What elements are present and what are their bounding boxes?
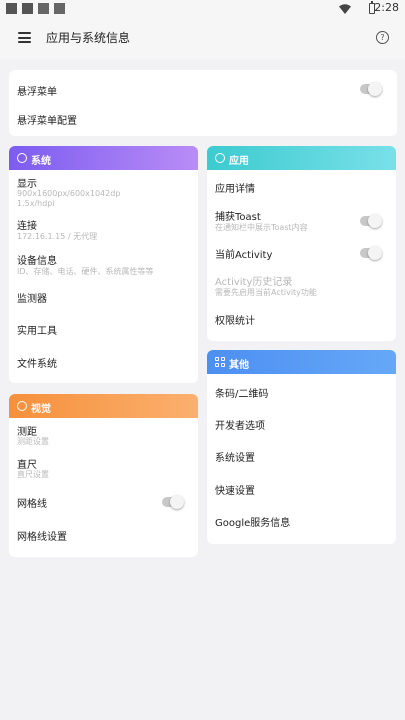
ranging-label: 测距 <box>17 427 37 438</box>
status-bar: 2:28 <box>0 0 405 17</box>
visual-card-title: 视觉 <box>31 404 51 415</box>
connection-row[interactable]: 连接 172.16.1.15 / 无代理 <box>9 212 198 244</box>
system-settings-row[interactable]: 系统设置 <box>207 439 396 471</box>
app-card-header: 应用 <box>207 146 396 170</box>
activity-history-label: Activity历史记录 <box>215 277 293 288</box>
quick-settings-label: 快速设置 <box>215 486 255 497</box>
visual-card-header: 视觉 <box>9 394 198 418</box>
other-card-title: 其他 <box>229 360 249 371</box>
image-icon <box>38 3 49 14</box>
grid-lines-label: 网格线 <box>17 499 47 510</box>
barcode-row[interactable]: 条码/二维码 <box>207 374 396 406</box>
system-card: 系统 显示 900x1600px/600x1042dp 1.5x/hdpi 连接… <box>9 146 198 383</box>
grid-lines-settings-label: 网格线设置 <box>17 532 67 543</box>
connection-label: 连接 <box>17 221 37 232</box>
page-title: 应用与系统信息 <box>46 31 131 45</box>
ranging-row[interactable]: 测距 测距设置 <box>9 418 198 448</box>
current-activity-toggle[interactable] <box>360 246 382 260</box>
quick-settings-row[interactable]: 快速设置 <box>207 472 396 504</box>
wifi-icon <box>339 4 351 14</box>
capture-toast-row[interactable]: 捕获Toast 在通知栏中展示Toast内容 <box>207 202 396 238</box>
float-menu-config-label: 悬浮菜单配置 <box>17 116 77 127</box>
device-info-sub: ID、存储、电话、硬件、系统属性等等 <box>17 267 154 276</box>
ruler-label: 直尺 <box>17 460 37 471</box>
app-details-row[interactable]: 应用详情 <box>207 170 396 202</box>
grid-lines-row[interactable]: 网格线 <box>9 486 198 516</box>
app-card: 应用 应用详情 捕获Toast 在通知栏中展示Toast内容 当前Activit… <box>207 146 396 341</box>
notification-square-icon <box>6 3 17 14</box>
device-info-label: 设备信息 <box>17 256 57 267</box>
permission-stats-label: 权限统计 <box>215 316 255 327</box>
device-info-row[interactable]: 设备信息 ID、存储、电话、硬件、系统属性等等 <box>9 246 198 280</box>
float-menu-row[interactable]: 悬浮菜单 <box>9 70 397 106</box>
float-menu-toggle[interactable] <box>360 82 382 96</box>
help-icon[interactable]: ? <box>376 31 389 44</box>
barcode-label: 条码/二维码 <box>215 389 269 400</box>
connection-info: 172.16.1.15 / 无代理 <box>17 232 98 241</box>
grid-icon <box>215 357 225 367</box>
display-row[interactable]: 显示 900x1600px/600x1042dp 1.5x/hdpi <box>9 170 198 210</box>
display-density: 1.5x/hdpi <box>17 199 55 208</box>
ranging-sub: 测距设置 <box>17 437 49 446</box>
display-resolution: 900x1600px/600x1042dp <box>17 189 121 198</box>
monitor-row[interactable]: 监测器 <box>9 282 198 314</box>
float-menu-label: 悬浮菜单 <box>17 87 57 98</box>
developer-options-row[interactable]: 开发者选项 <box>207 406 396 438</box>
no-edit-icon <box>17 401 27 411</box>
file-system-label: 文件系统 <box>17 359 57 370</box>
display-label: 显示 <box>17 179 37 190</box>
menu-icon[interactable] <box>18 32 31 43</box>
activity-history-row: Activity历史记录 需要先启用当前Activity功能 <box>207 270 396 302</box>
current-activity-row[interactable]: 当前Activity <box>207 238 396 268</box>
smiley-icon <box>17 153 27 163</box>
other-card-header: 其他 <box>207 350 396 374</box>
capture-toast-label: 捕获Toast <box>215 212 261 223</box>
float-menu-card: 悬浮菜单 悬浮菜单配置 <box>9 70 397 136</box>
activity-history-sub: 需要先启用当前Activity功能 <box>215 288 317 297</box>
app-details-label: 应用详情 <box>215 184 255 195</box>
utilities-row[interactable]: 实用工具 <box>9 314 198 346</box>
photo-icon <box>54 3 65 14</box>
capture-toast-sub: 在通知栏中展示Toast内容 <box>215 223 308 232</box>
monitor-label: 监测器 <box>17 294 47 305</box>
system-card-header: 系统 <box>9 146 198 170</box>
system-card-title: 系统 <box>31 156 51 167</box>
notification-square-icon <box>22 3 33 14</box>
other-card: 其他 条码/二维码 开发者选项 系统设置 快速设置 Google服务信息 <box>207 350 396 544</box>
ruler-row[interactable]: 直尺 直尺设置 <box>9 450 198 482</box>
file-system-row[interactable]: 文件系统 <box>9 346 198 378</box>
status-time: 2:28 <box>374 1 399 14</box>
app-card-title: 应用 <box>229 156 249 167</box>
grid-lines-settings-row[interactable]: 网格线设置 <box>9 520 198 552</box>
grid-lines-toggle[interactable] <box>162 495 184 509</box>
google-services-row[interactable]: Google服务信息 <box>207 505 396 537</box>
permission-stats-row[interactable]: 权限统计 <box>207 304 396 336</box>
float-menu-config-row[interactable]: 悬浮菜单配置 <box>9 106 397 136</box>
current-activity-label: 当前Activity <box>215 250 273 261</box>
utilities-label: 实用工具 <box>17 326 57 337</box>
capture-toast-toggle[interactable] <box>360 214 382 228</box>
ruler-sub: 直尺设置 <box>17 470 49 479</box>
developer-options-label: 开发者选项 <box>215 421 265 432</box>
app-store-icon <box>215 153 225 163</box>
google-services-label: Google服务信息 <box>215 518 291 529</box>
app-bar: 应用与系统信息 ? <box>0 17 405 59</box>
system-settings-label: 系统设置 <box>215 453 255 464</box>
visual-card: 视觉 测距 测距设置 直尺 直尺设置 网格线 网格线设置 <box>9 394 198 557</box>
